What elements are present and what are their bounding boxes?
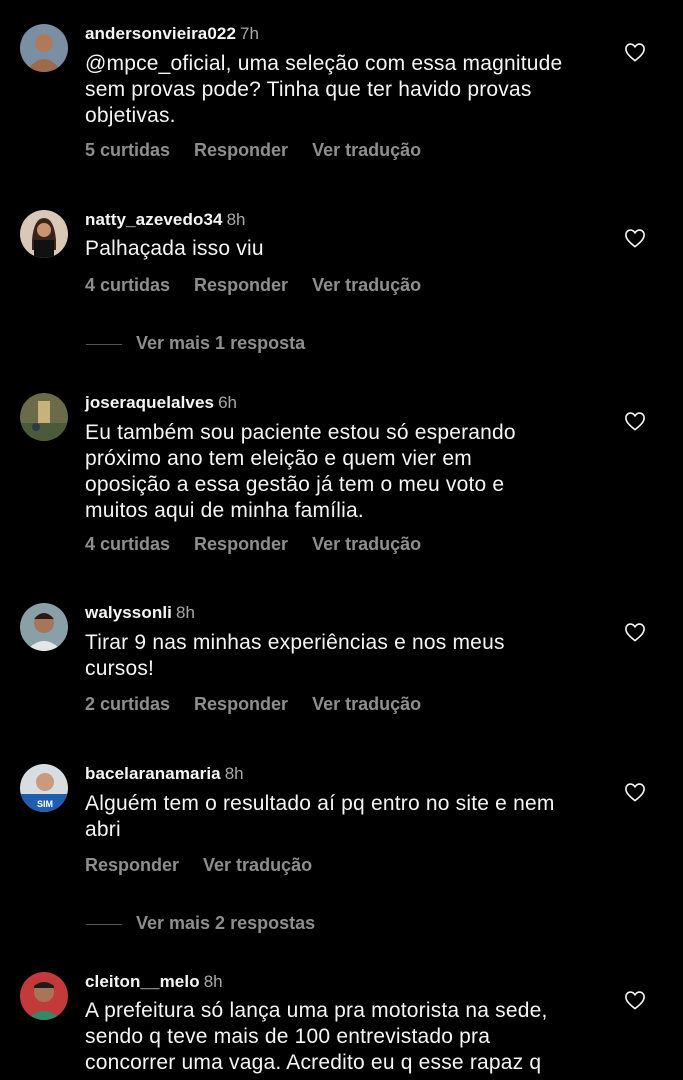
- comment-username[interactable]: bacelaranamaria: [85, 764, 221, 783]
- likes-count[interactable]: 5 curtidas: [85, 140, 170, 160]
- view-more-replies[interactable]: Ver mais 2 respostas: [86, 913, 315, 934]
- comment-time: 8h: [224, 764, 244, 783]
- comment-username[interactable]: andersonvieira022: [85, 24, 236, 43]
- reply-button[interactable]: Responder: [194, 275, 288, 295]
- comment-time: 7h: [240, 24, 259, 43]
- heart-icon[interactable]: [624, 622, 646, 642]
- view-more-replies[interactable]: Ver mais 1 resposta: [86, 333, 305, 354]
- comment-username[interactable]: natty_azevedo34: [85, 210, 223, 229]
- avatar[interactable]: [20, 210, 68, 258]
- comment-text: Eu também sou paciente estou só esperand…: [85, 421, 516, 522]
- comment-time: 8h: [226, 210, 246, 229]
- comment-text: Palhaçada isso viu: [85, 237, 264, 260]
- heart-icon[interactable]: [624, 411, 646, 431]
- comment-actions: 4 curtidas Responder Ver tradução: [85, 534, 445, 555]
- comment-text: A prefeitura só lança uma pra motorista …: [85, 999, 548, 1074]
- heart-icon[interactable]: [624, 42, 646, 62]
- likes-count[interactable]: 4 curtidas: [85, 275, 170, 295]
- heart-icon[interactable]: [624, 990, 646, 1010]
- comment-actions: 5 curtidas Responder Ver tradução: [85, 140, 445, 161]
- comment-username[interactable]: walyssonli: [85, 603, 172, 622]
- translate-button[interactable]: Ver tradução: [312, 694, 421, 714]
- translate-button[interactable]: Ver tradução: [203, 855, 312, 875]
- comment-actions: 4 curtidas Responder Ver tradução: [85, 275, 445, 296]
- avatar[interactable]: [20, 972, 68, 1020]
- comment-time: 8h: [203, 972, 223, 991]
- avatar[interactable]: SIM: [20, 764, 68, 812]
- likes-count[interactable]: 4 curtidas: [85, 534, 170, 554]
- comment-text: @mpce_oficial, uma seleção com essa magn…: [85, 52, 563, 127]
- translate-button[interactable]: Ver tradução: [312, 534, 421, 554]
- heart-icon[interactable]: [624, 782, 646, 802]
- comment-text: Alguém tem o resultado aí pq entro no si…: [85, 792, 555, 841]
- comment-actions: 2 curtidas Responder Ver tradução: [85, 694, 445, 715]
- comment-text: Tirar 9 nas minhas experiências e nos me…: [85, 631, 505, 680]
- avatar[interactable]: [20, 393, 68, 441]
- divider: [86, 343, 122, 345]
- translate-button[interactable]: Ver tradução: [312, 275, 421, 295]
- reply-button[interactable]: Responder: [85, 855, 179, 875]
- avatar[interactable]: [20, 24, 68, 72]
- comment-username[interactable]: joseraquelalves: [85, 393, 214, 412]
- avatar-badge-text: SIM: [37, 799, 53, 809]
- reply-button[interactable]: Responder: [194, 694, 288, 714]
- comment-actions: Responder Ver tradução: [85, 855, 336, 876]
- likes-count[interactable]: 2 curtidas: [85, 694, 170, 714]
- comment-time: 6h: [218, 393, 237, 412]
- translate-button[interactable]: Ver tradução: [312, 140, 421, 160]
- comment-time: 8h: [175, 603, 195, 622]
- avatar[interactable]: [20, 603, 68, 651]
- heart-icon[interactable]: [624, 228, 646, 248]
- divider: [86, 923, 122, 925]
- reply-button[interactable]: Responder: [194, 140, 288, 160]
- reply-button[interactable]: Responder: [194, 534, 288, 554]
- comment-username[interactable]: cleiton__melo: [85, 972, 200, 991]
